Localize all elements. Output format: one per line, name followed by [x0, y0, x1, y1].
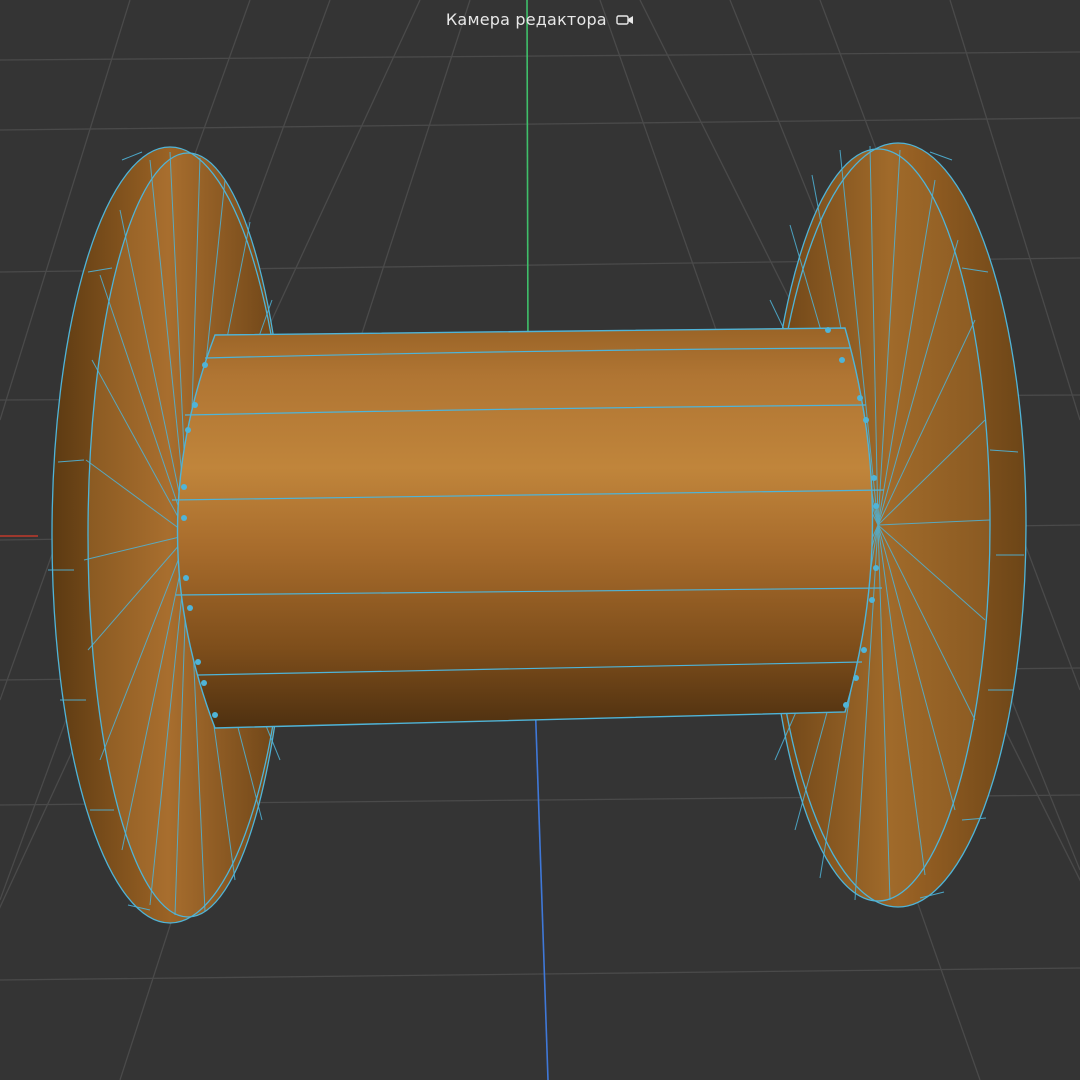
- editor-viewport[interactable]: Камера редактора: [0, 0, 1080, 1080]
- viewport-scene[interactable]: [0, 0, 1080, 1080]
- camera-label-text: Камера редактора: [445, 10, 607, 29]
- camera-label[interactable]: Камера редактора: [0, 9, 1080, 29]
- video-camera-icon[interactable]: [616, 13, 634, 27]
- y-axis-line: [526, 0, 529, 356]
- spool-drum[interactable]: [171, 327, 885, 729]
- z-axis-line: [533, 667, 549, 1080]
